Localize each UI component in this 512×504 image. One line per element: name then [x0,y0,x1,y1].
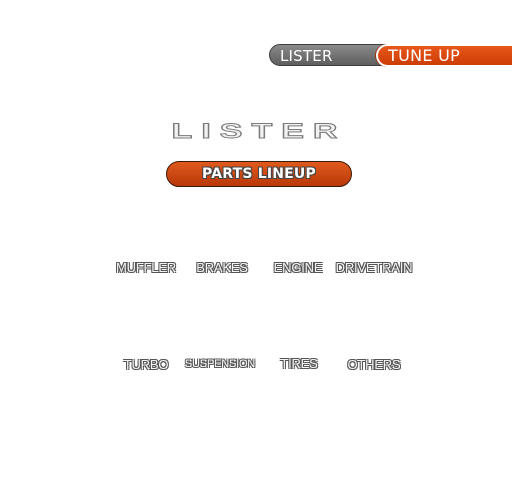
parts-lineup-title: PARTS LINEUP [166,161,352,187]
tune-up-tab[interactable]: TUNE UP [376,44,512,67]
part-others[interactable]: OTHERS [329,357,419,372]
maker-tab[interactable]: LISTER [269,44,387,66]
top-tab-strip: LISTER TUNE UP [269,44,512,68]
brand-logo: LISTER [171,119,347,143]
part-drivetrain[interactable]: DRIVETRAIN [329,260,419,275]
part-suspension[interactable]: SUSPENSION [175,358,265,370]
